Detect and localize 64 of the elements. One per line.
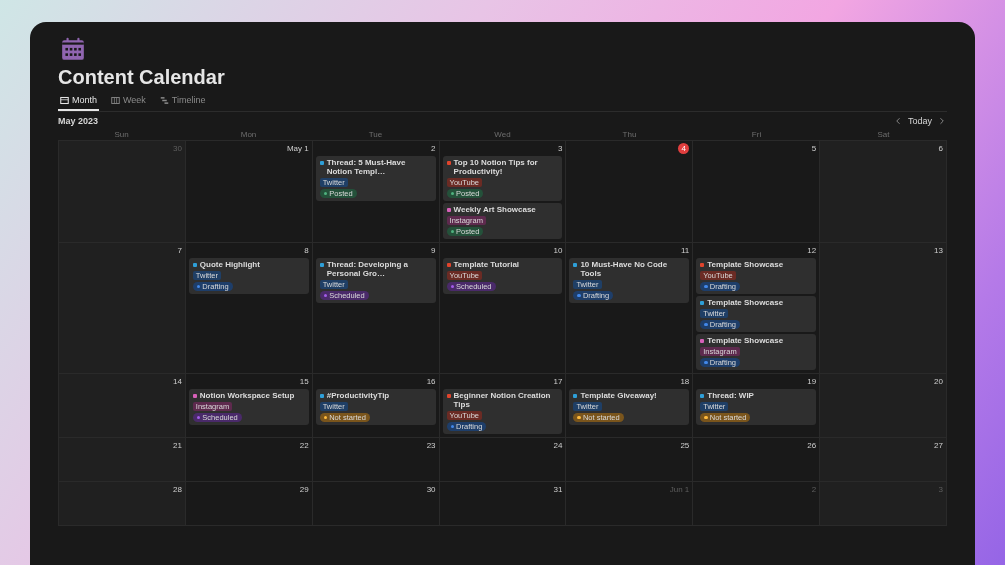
calendar-icon: [111, 95, 120, 105]
event-title: Quote Highlight: [192, 260, 260, 269]
event-title: Weekly Art Showcase: [446, 205, 536, 214]
date-number: 13: [934, 246, 943, 255]
date-number: 2: [431, 144, 436, 153]
table-icon: [60, 95, 69, 105]
date-number: 27: [934, 441, 943, 450]
weekday-label: Wed: [493, 129, 512, 139]
weekday-label: Sat: [876, 129, 891, 139]
event-title: 10 Must-Have No Code Tools: [573, 260, 686, 278]
date-number: 11: [680, 246, 690, 255]
page-title: Content Calendar: [58, 66, 226, 89]
date-number: 20: [934, 377, 943, 386]
calendar-icon: [60, 36, 86, 62]
date-number: 14: [172, 377, 182, 386]
date-number: 23: [426, 441, 436, 450]
event-title: Template Showcase: [700, 336, 784, 345]
event-title: Top 10 Notion Tips for Productivity!: [446, 158, 559, 176]
month-label: May 2023: [58, 116, 99, 126]
today-date: 4: [678, 143, 690, 154]
date-number: 10: [553, 246, 563, 255]
date-number: 22: [299, 441, 309, 450]
date-number: 31: [553, 485, 563, 494]
date-number: 5: [811, 144, 817, 153]
date-number: 8: [304, 246, 309, 255]
event-title: #ProductivityTip: [319, 391, 390, 400]
date-number: 25: [680, 441, 690, 450]
date-number: 29: [299, 485, 309, 494]
date-number: 7: [177, 246, 182, 255]
weekday-label: Fri: [750, 129, 763, 139]
weekday-label: Tue: [367, 129, 384, 139]
weekday-label: Mon: [239, 129, 258, 139]
event-title: Thread: 5 Must-Have Notion Templ…: [319, 158, 432, 176]
view-tab[interactable]: Week: [109, 93, 148, 111]
event-title: Thread: Developing a Personal Gro…: [319, 260, 432, 278]
date-number: 15: [299, 377, 309, 386]
date-number: 9: [431, 246, 436, 255]
weekday-label: Sun: [113, 129, 130, 139]
weekday-label: Thu: [621, 129, 638, 139]
date-number: 28: [172, 485, 182, 494]
view-tab[interactable]: Month: [58, 93, 99, 111]
date-number: 26: [807, 441, 817, 450]
event-title: Notion Workspace Setup: [192, 391, 295, 400]
view-tab[interactable]: Timeline: [157, 93, 208, 111]
event-title: Template Tutorial: [446, 260, 520, 269]
date-number: 16: [426, 377, 436, 386]
date-number: 24: [553, 441, 563, 450]
date-number: May 1: [286, 144, 309, 153]
date-number: 6: [938, 144, 943, 153]
date-number: 12: [807, 246, 817, 255]
date-number: 18: [680, 377, 690, 386]
next-icon[interactable]: [937, 116, 947, 126]
today-button[interactable]: Today: [905, 116, 934, 126]
event-title: Beginner Notion Creation Tips: [446, 391, 559, 409]
date-number: 19: [807, 377, 817, 386]
timeline-icon: [159, 95, 169, 105]
date-number: 3: [557, 144, 563, 153]
date-number: 17: [553, 377, 563, 386]
event-title: Template Showcase: [700, 260, 784, 269]
date-number: 30: [426, 485, 436, 494]
event-title: Template Giveaway!: [573, 391, 657, 400]
date-number: 21: [172, 441, 182, 450]
event-title: Template Showcase: [700, 298, 784, 307]
event-title: Thread: WIP: [700, 391, 754, 400]
